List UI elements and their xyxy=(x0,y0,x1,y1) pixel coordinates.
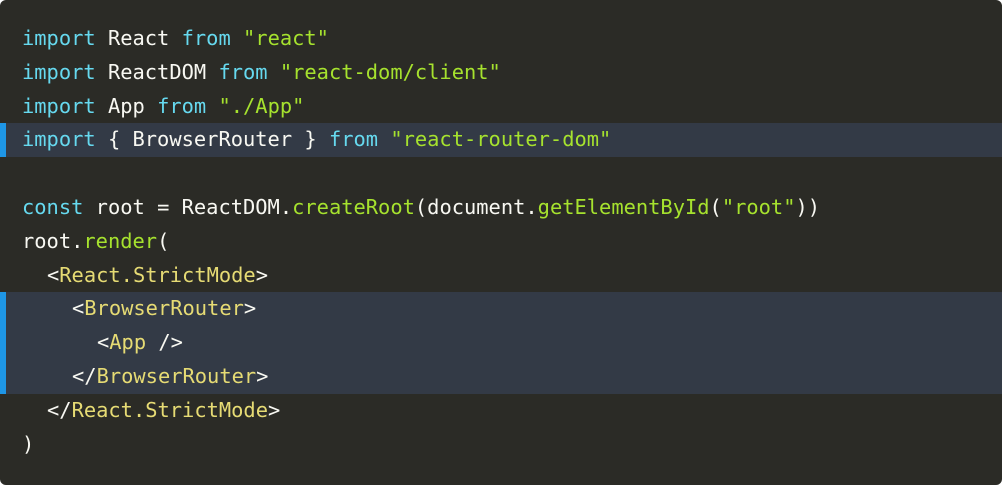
keyword: import xyxy=(22,127,96,152)
jsx-bracket: > xyxy=(267,397,281,422)
string-literal: "react" xyxy=(243,26,329,50)
string-literal: "react-dom/client" xyxy=(279,59,501,84)
jsx-tag-name: React.StrictMode xyxy=(59,262,256,287)
method-name: getElementById xyxy=(537,194,710,219)
jsx-tag-name: BrowserRouter xyxy=(84,296,244,321)
identifier: App xyxy=(107,93,145,118)
punctuation: . xyxy=(525,194,538,219)
keyword: from xyxy=(328,127,379,152)
jsx-bracket: > xyxy=(243,296,257,321)
code-line-1: import React from "react" xyxy=(0,22,1002,56)
string-literal: "root" xyxy=(721,194,796,219)
code-block: import React from "react" import ReactDO… xyxy=(0,0,1002,485)
keyword: from xyxy=(218,59,268,84)
jsx-tag-name: BrowserRouter xyxy=(96,363,257,388)
code-line-12: </React.StrictMode> xyxy=(0,394,1002,428)
operator: = xyxy=(157,194,170,219)
code-line-13: ) xyxy=(0,428,1002,462)
line-highlight-marker xyxy=(0,123,6,158)
code-line-6: const root = ReactDOM.createRoot(documen… xyxy=(0,191,1002,225)
keyword: const xyxy=(22,194,84,219)
keyword: from xyxy=(157,93,207,118)
method-name: createRoot xyxy=(292,194,415,219)
identifier: document xyxy=(427,194,526,219)
identifier: React xyxy=(107,26,170,50)
identifier: root xyxy=(22,228,72,253)
code-line-3: import App from "./App" xyxy=(0,90,1002,124)
jsx-bracket: < xyxy=(97,330,110,355)
keyword: import xyxy=(22,26,96,50)
line-highlight-marker xyxy=(0,326,6,360)
punctuation: ( xyxy=(157,228,170,253)
code-line-8: <React.StrictMode> xyxy=(0,259,1002,293)
jsx-bracket: < xyxy=(72,296,85,321)
code-line-2: import ReactDOM from "react-dom/client" xyxy=(0,56,1002,90)
code-line-5-blank xyxy=(0,157,1002,191)
code-line-7: root.render( xyxy=(0,225,1002,259)
punctuation: ( xyxy=(414,194,428,219)
punctuation: . xyxy=(71,228,84,253)
method-name: render xyxy=(83,228,158,253)
identifier: { BrowserRouter } xyxy=(107,127,317,152)
jsx-bracket: /> xyxy=(146,330,183,355)
keyword: from xyxy=(181,26,231,50)
identifier: ReactDOM xyxy=(107,59,207,84)
punctuation: ( xyxy=(709,194,722,219)
identifier: ReactDOM xyxy=(181,194,280,219)
line-highlight-marker xyxy=(0,292,6,327)
code-line-10-highlighted: <App /> xyxy=(0,326,1002,360)
jsx-bracket: < xyxy=(47,262,60,287)
jsx-tag-name: React.StrictMode xyxy=(71,397,268,422)
string-literal: "react-router-dom" xyxy=(390,127,612,152)
jsx-bracket: > xyxy=(255,262,268,287)
jsx-bracket: > xyxy=(256,363,269,388)
code-line-9-highlighted: <BrowserRouter> xyxy=(0,292,1002,327)
string-literal: "./App" xyxy=(218,93,305,118)
keyword: import xyxy=(22,93,96,118)
punctuation: )) xyxy=(795,194,821,219)
code-line-11-highlighted: </BrowserRouter> xyxy=(0,359,1002,394)
jsx-tag-name: App xyxy=(109,330,147,355)
keyword: import xyxy=(22,59,96,84)
jsx-bracket: </ xyxy=(72,363,97,388)
code-line-4-highlighted: import { BrowserRouter } from "react-rou… xyxy=(0,123,1002,158)
jsx-bracket: </ xyxy=(47,397,72,422)
line-highlight-marker xyxy=(0,359,6,394)
punctuation: . xyxy=(279,194,293,219)
identifier: root xyxy=(95,194,145,219)
punctuation: ) xyxy=(22,431,35,456)
